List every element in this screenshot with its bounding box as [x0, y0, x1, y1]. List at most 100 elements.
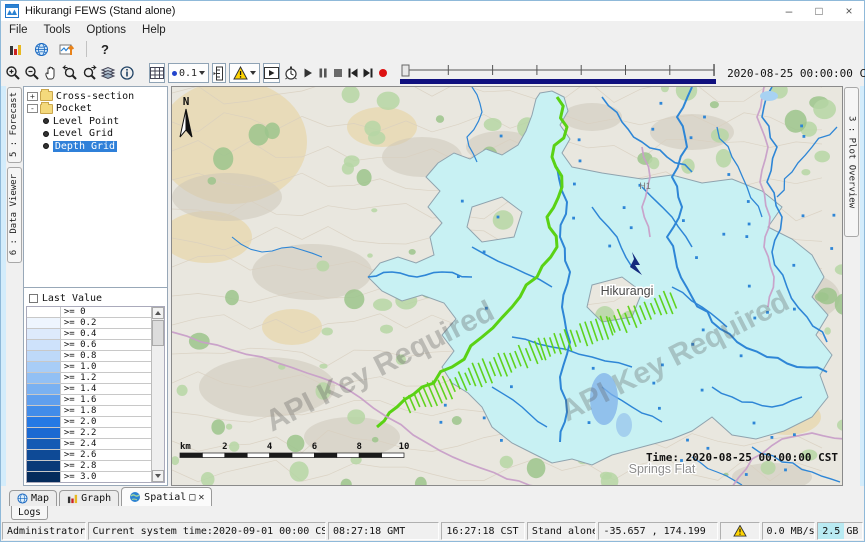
status-bar: Administrator Current system time:2020-0… — [1, 521, 864, 541]
skip-last-icon — [362, 67, 374, 79]
legend-threshold-label: >= 1.4 — [61, 384, 151, 394]
grid-icon — [150, 67, 164, 79]
chevron-down-icon — [199, 71, 205, 75]
info-button[interactable] — [119, 63, 135, 83]
pan-button[interactable] — [43, 63, 59, 83]
logs-tab[interactable]: Logs — [11, 506, 48, 520]
zoom-out-button[interactable] — [24, 63, 40, 83]
legend-color-swatch — [27, 362, 61, 372]
legend-threshold-label: >= 1.6 — [61, 395, 151, 405]
zoom-next-icon — [81, 65, 97, 81]
pan-hand-icon — [43, 65, 59, 81]
menu-options[interactable]: Options — [78, 24, 134, 36]
tree-expander-icon[interactable]: + — [27, 92, 38, 101]
legend-color-swatch — [27, 329, 61, 339]
zoom-previous-button[interactable] — [62, 63, 78, 83]
tab-graph[interactable]: Graph — [59, 490, 119, 506]
tab-plot-overview[interactable]: 3 : Plot Overview — [844, 87, 859, 237]
legend-threshold-label: >= 0.8 — [61, 351, 151, 361]
tree-node-level-point[interactable]: Level Point — [43, 115, 167, 128]
scroll-up-icon[interactable] — [152, 307, 164, 319]
status-mode: Stand alone — [527, 522, 597, 540]
explorer-icon — [8, 42, 23, 57]
explorer-button[interactable] — [4, 39, 26, 59]
grid-display-button[interactable] — [149, 63, 165, 83]
last-frame-button[interactable] — [362, 63, 374, 83]
warnings-dropdown[interactable] — [229, 63, 260, 83]
tab-close-icon[interactable]: ✕ — [198, 492, 204, 503]
legend-row: >= 1.2 — [27, 373, 151, 384]
map-view[interactable]: API Key Required API Key Required Hikura… — [171, 86, 843, 486]
layers-icon — [100, 65, 116, 81]
legend-color-swatch — [27, 395, 61, 405]
tab-data-viewer[interactable]: 6 : Data Viewer — [7, 167, 22, 263]
menu-help[interactable]: Help — [134, 24, 174, 36]
svg-text:km: km — [180, 442, 191, 452]
toolbar-separator — [86, 41, 87, 57]
timer-button[interactable] — [283, 63, 299, 83]
contour-interval-dropdown[interactable]: 0.1 — [168, 63, 209, 83]
record-button[interactable] — [377, 63, 389, 83]
contour-interval-value: 0.1 — [179, 68, 197, 79]
spatial-display-button[interactable] — [56, 39, 78, 59]
status-transfer-rate: 0.0 MB/s — [762, 522, 816, 540]
right-tab-strip: 3 : Plot Overview — [843, 86, 860, 486]
tree-node-depth-grid[interactable]: Depth Grid — [43, 140, 167, 153]
locality-label: Springs Flat — [629, 462, 696, 476]
tab-map[interactable]: Map — [9, 490, 57, 506]
status-alert-cell[interactable] — [720, 522, 760, 540]
tree-node-label: Level Point — [53, 116, 119, 127]
first-frame-button[interactable] — [347, 63, 359, 83]
tree-node-cross-section[interactable]: + Cross-section — [27, 90, 167, 103]
stop-button[interactable] — [332, 63, 344, 83]
pause-button[interactable] — [317, 63, 329, 83]
legend-row: >= 2.4 — [27, 439, 151, 450]
legend-color-swatch — [27, 417, 61, 427]
scale-tick-label: 6 — [312, 442, 317, 452]
zoom-next-button[interactable] — [81, 63, 97, 83]
tab-maximize-icon[interactable]: □ — [189, 492, 195, 503]
scale-tick-label: 2 — [222, 442, 227, 452]
time-slider[interactable] — [400, 62, 718, 84]
menu-tools[interactable]: Tools — [36, 24, 79, 36]
menu-file[interactable]: File — [1, 24, 36, 36]
left-tab-strip: 5 : Forecast 6 : Data Viewer — [6, 86, 23, 486]
tree-node-label: Cross-section — [56, 91, 134, 102]
layers-button[interactable] — [100, 63, 116, 83]
skip-first-icon — [347, 67, 359, 79]
close-button[interactable]: × — [834, 1, 864, 21]
globe-icon — [34, 42, 49, 57]
tree-node-level-grid[interactable]: Level Grid — [43, 128, 167, 141]
time-range-bar — [400, 79, 716, 84]
scrollbar-thumb[interactable] — [152, 320, 164, 346]
timer-icon — [283, 65, 299, 81]
zoom-previous-icon — [62, 65, 78, 81]
status-warning-icon — [733, 525, 747, 537]
play-button[interactable] — [302, 63, 314, 83]
last-value-checkbox[interactable] — [29, 294, 38, 303]
map-display-button[interactable] — [30, 39, 52, 59]
legend-color-swatch — [27, 351, 61, 361]
play-icon — [302, 67, 314, 79]
legend-threshold-label: >= 0.2 — [61, 318, 151, 328]
minimize-button[interactable]: – — [774, 1, 804, 21]
legend-color-swatch — [27, 384, 61, 394]
legend-panel: Last Value >= 0>= 0.2>= 0.4>= 0.6>= 0.8>… — [23, 288, 168, 486]
tree-expander-icon[interactable]: - — [27, 104, 38, 113]
maximize-button[interactable]: □ — [804, 1, 834, 21]
node-bullet-icon — [43, 143, 49, 149]
node-bullet-icon — [43, 118, 49, 124]
help-button[interactable]: ? — [95, 42, 115, 57]
zoom-in-button[interactable] — [5, 63, 21, 83]
view-tabs: Map Graph Spatial □ ✕ — [1, 486, 864, 506]
legend-table: >= 0>= 0.2>= 0.4>= 0.6>= 0.8>= 1.0>= 1.2… — [26, 306, 165, 483]
legend-row: >= 2.8 — [27, 461, 151, 472]
legend-row: >= 0.4 — [27, 329, 151, 340]
legend-scrollbar[interactable] — [151, 307, 164, 482]
tab-spatial[interactable]: Spatial □ ✕ — [121, 487, 212, 506]
animation-button[interactable] — [263, 63, 280, 83]
tab-forecast[interactable]: 5 : Forecast — [7, 87, 22, 163]
scale-gauge-button[interactable] — [212, 63, 226, 83]
scroll-down-icon[interactable] — [152, 470, 164, 482]
tree-node-pocket[interactable]: -Pocket — [27, 103, 167, 116]
